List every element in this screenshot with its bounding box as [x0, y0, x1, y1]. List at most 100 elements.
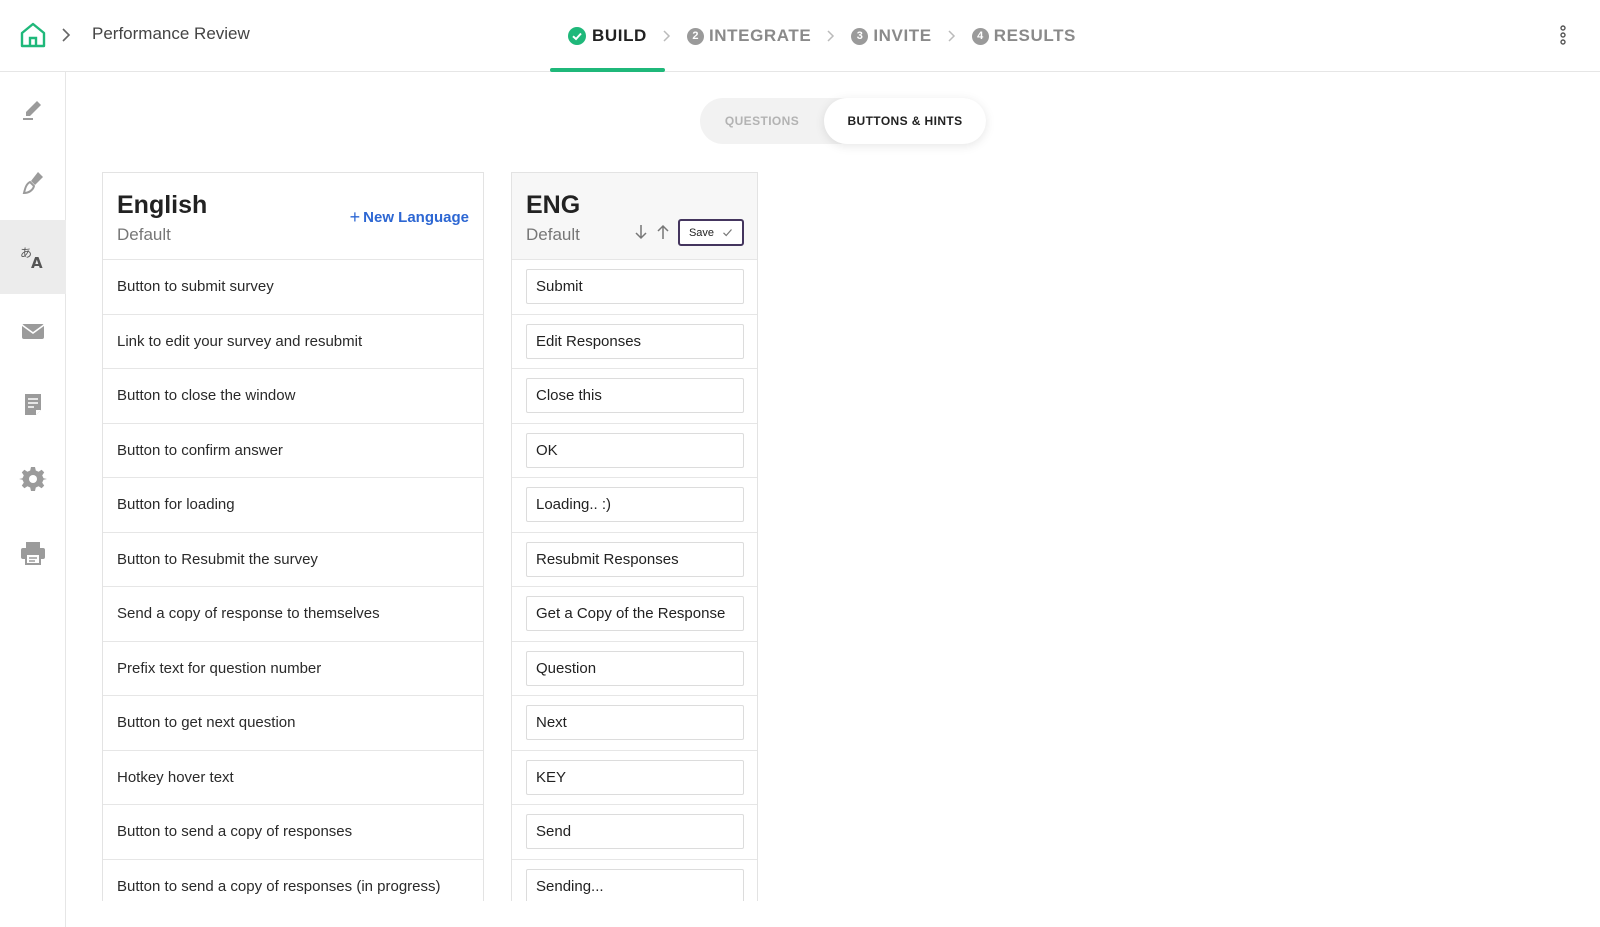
translation-input[interactable]: [526, 868, 744, 901]
sidebar: あ A: [0, 72, 66, 927]
language-subtitle: Default: [117, 225, 171, 244]
step-results[interactable]: 4 RESULTS: [971, 0, 1076, 72]
row-label: Button to Resubmit the survey: [117, 550, 318, 568]
step-integrate[interactable]: 2 INTEGRATE: [686, 0, 812, 72]
chevron-right-icon: [663, 30, 671, 42]
language-code: ENG: [526, 191, 581, 219]
translation-row: [512, 260, 757, 315]
arrow-up-icon[interactable]: [655, 223, 671, 241]
step-invite[interactable]: 3 INVITE: [851, 0, 931, 72]
step-number: 3: [851, 27, 869, 45]
row-label: Link to edit your survey and resubmit: [117, 332, 363, 350]
default-language-panel: English Default + New Language Button to…: [102, 172, 484, 901]
translation-input[interactable]: [526, 759, 744, 795]
step-label: RESULTS: [993, 26, 1076, 45]
sidebar-item-edit[interactable]: [0, 72, 66, 146]
chevron-right-icon: [948, 30, 955, 42]
document-icon: [25, 394, 41, 415]
sidebar-item-print[interactable]: [0, 516, 66, 590]
check-circle-icon: [568, 27, 586, 45]
label-row: Link to edit your survey and resubmit: [103, 315, 483, 369]
translation-row: [512, 478, 757, 533]
tab-buttons-hints[interactable]: BUTTONS & HINTS: [824, 98, 986, 144]
translation-row: [512, 860, 757, 901]
translation-row: [512, 696, 757, 751]
row-label: Button to close the window: [117, 387, 296, 405]
svg-text:A: A: [31, 254, 43, 271]
translation-row: [512, 751, 757, 805]
label-row: Hotkey hover text: [103, 751, 483, 805]
arrow-down-icon[interactable]: [633, 223, 649, 241]
translation-input[interactable]: [526, 541, 744, 577]
top-bar: Performance Review BUILD 2 INTEGRATE 3 I…: [0, 0, 1600, 72]
translation-row: [512, 587, 757, 642]
home-icon[interactable]: [18, 20, 48, 50]
language-subtitle: Default: [526, 225, 580, 244]
translation-input[interactable]: [526, 269, 744, 305]
translate-icon: あ A: [20, 246, 43, 271]
translation-input[interactable]: [526, 432, 744, 468]
panel-header: English Default + New Language: [103, 173, 483, 260]
more-options-icon[interactable]: [1552, 22, 1574, 48]
translation-input[interactable]: [526, 596, 744, 632]
label-row: Button for loading: [103, 478, 483, 533]
translation-row: [512, 642, 757, 696]
translation-input[interactable]: [526, 814, 744, 850]
row-label: Hotkey hover text: [117, 768, 234, 786]
row-label: Button to send a copy of responses: [117, 823, 353, 841]
label-row: Button to Resubmit the survey: [103, 533, 483, 587]
mail-icon: [21, 324, 45, 339]
translation-row: [512, 424, 757, 478]
translation-input[interactable]: [526, 705, 744, 741]
translation-row: [512, 805, 757, 860]
row-label: Send a copy of response to themselves: [117, 605, 380, 623]
panel-header: ENG Default Save: [512, 173, 757, 260]
step-build[interactable]: BUILD: [550, 0, 665, 72]
view-toggle: QUESTIONS BUTTONS & HINTS: [700, 98, 986, 144]
label-row: Button to confirm answer: [103, 424, 483, 478]
new-language-button[interactable]: + New Language: [350, 207, 469, 228]
sidebar-item-document[interactable]: [0, 368, 66, 442]
step-label: INVITE: [873, 26, 932, 45]
check-icon: [723, 229, 732, 237]
sidebar-item-translate[interactable]: あ A: [0, 220, 66, 294]
row-label: Button to submit survey: [117, 278, 274, 296]
translation-input[interactable]: [526, 487, 744, 523]
plus-icon: +: [349, 207, 361, 227]
label-row: Button to get next question: [103, 696, 483, 751]
translation-input[interactable]: [526, 378, 744, 414]
label-row: Button to send a copy of responses: [103, 805, 483, 860]
language-name: English: [117, 191, 208, 219]
new-language-label: New Language: [363, 209, 469, 226]
label-list: Button to submit survey Link to edit your…: [103, 260, 483, 901]
translation-input[interactable]: [526, 323, 744, 359]
chevron-right-icon: [58, 24, 74, 46]
step-number: 2: [686, 27, 704, 45]
row-label: Prefix text for question number: [117, 659, 322, 677]
save-button[interactable]: Save: [678, 219, 744, 246]
step-label: BUILD: [592, 26, 647, 45]
label-row: Button to send a copy of responses (in p…: [103, 860, 483, 902]
step-nav: BUILD 2 INTEGRATE 3 INVITE 4 RESULTS: [550, 0, 1076, 72]
label-row: Prefix text for question number: [103, 642, 483, 696]
translation-row: [512, 369, 757, 424]
sidebar-item-email[interactable]: [0, 294, 66, 368]
step-label: INTEGRATE: [708, 26, 812, 45]
pen-icon: [23, 101, 41, 120]
label-row: Send a copy of response to themselves: [103, 587, 483, 642]
gear-icon: [19, 467, 47, 491]
sidebar-item-design[interactable]: [0, 146, 66, 220]
label-row: Button to close the window: [103, 369, 483, 424]
row-label: Button to get next question: [117, 714, 296, 732]
survey-title[interactable]: Performance Review: [92, 24, 250, 44]
translation-list: [512, 260, 757, 901]
chevron-right-icon: [827, 30, 835, 42]
translation-row: [512, 533, 757, 587]
sidebar-item-settings[interactable]: [0, 442, 66, 516]
translation-input[interactable]: [526, 650, 744, 686]
save-label: Save: [688, 226, 715, 239]
paint-brush-icon: [22, 172, 43, 195]
step-number: 4: [971, 27, 989, 45]
tab-questions[interactable]: QUESTIONS: [700, 98, 824, 144]
printer-icon: [21, 542, 45, 565]
